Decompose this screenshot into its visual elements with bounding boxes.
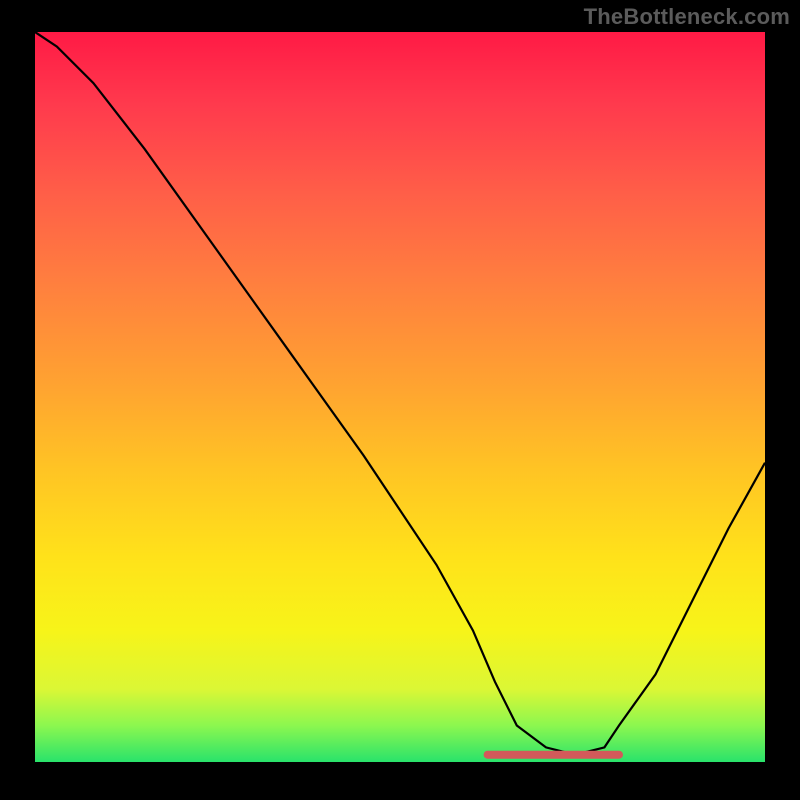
main-curve-line bbox=[35, 32, 765, 755]
curve-svg bbox=[35, 32, 765, 762]
chart-container: TheBottleneck.com bbox=[0, 0, 800, 800]
watermark-text: TheBottleneck.com bbox=[584, 4, 790, 30]
